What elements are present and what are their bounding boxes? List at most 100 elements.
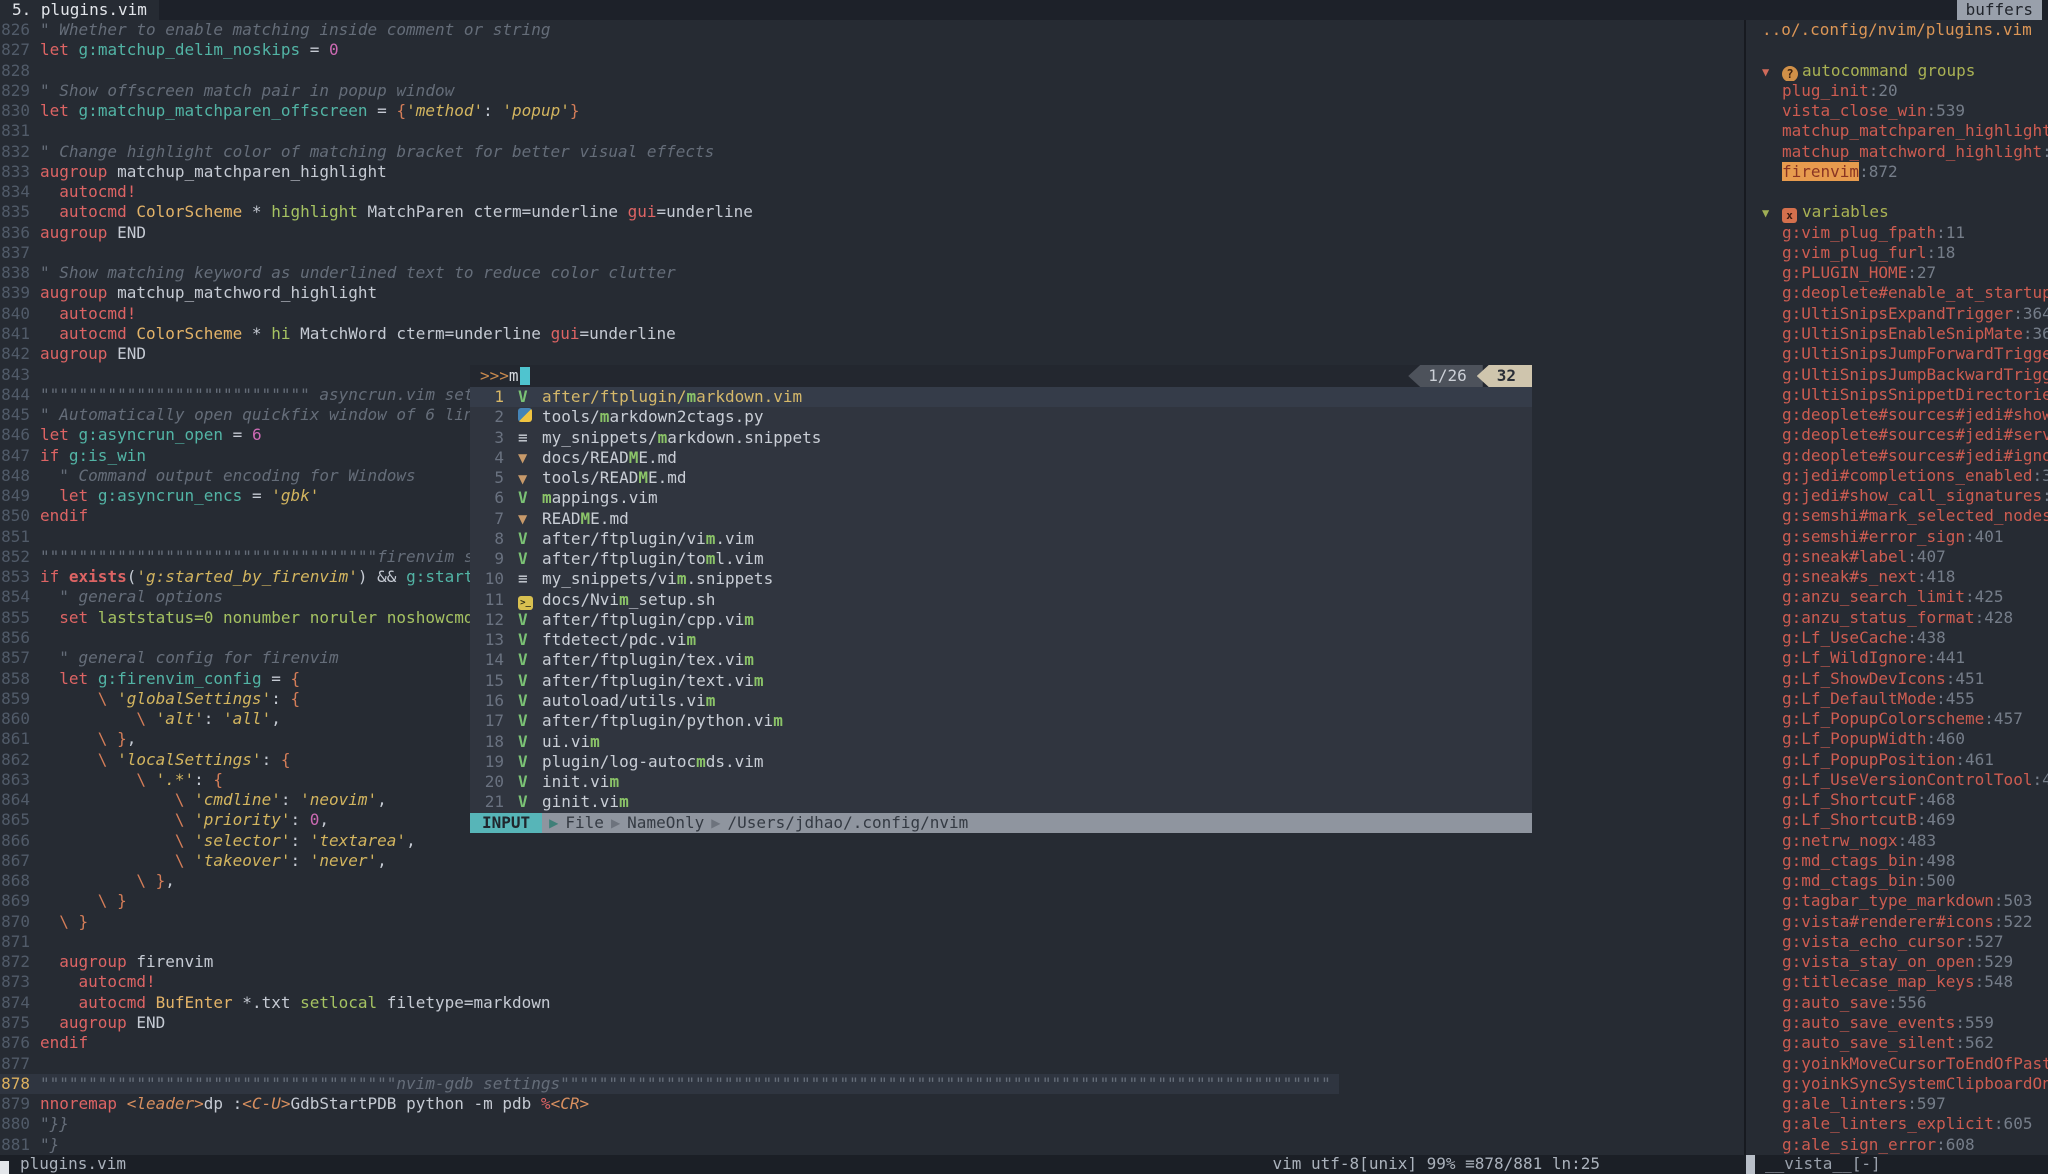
code-line[interactable]: 872 augroup firenvim [0,952,1744,972]
code-line[interactable]: 879nnoremap <leader>dp :<C-U>GdbStartPDB… [0,1094,1744,1114]
code-line[interactable]: 835 autocmd ColorScheme * highlight Matc… [0,202,1744,222]
vista-tag-item[interactable]: g:yoinkSyncSystemClipboardOn [1762,1074,2048,1094]
vista-tag-item[interactable]: g:Lf_ShortcutB:469 [1762,810,2048,830]
code-line[interactable]: 827let g:matchup_delim_noskips = 0 [0,40,1744,60]
code-line[interactable]: 868 \ }, [0,871,1744,891]
file-list-item[interactable]: 4▼docs/README.md [470,448,1532,468]
vista-tag-item[interactable]: g:deoplete#sources#jedi#show [1762,405,2048,425]
vista-tag-item[interactable]: vista_close_win:539 [1762,101,2048,121]
vista-tag-item[interactable]: g:md_ctags_bin:500 [1762,871,2048,891]
code-line[interactable]: 874 autocmd BufEnter *.txt setlocal file… [0,993,1744,1013]
file-list-item[interactable]: 8Vafter/ftplugin/vim.vim [470,529,1532,549]
code-line[interactable]: 880"}} [0,1114,1744,1134]
vista-tag-item[interactable]: g:netrw_nogx:483 [1762,831,2048,851]
vista-tag-item[interactable]: g:ale_linters_explicit:605 [1762,1114,2048,1134]
vista-tag-item[interactable]: g:ale_linters:597 [1762,1094,2048,1114]
vista-section-header-variables[interactable]: ▼xvariables [1762,202,2048,222]
vista-tag-item[interactable]: firenvim:872 [1762,162,2048,182]
code-line[interactable]: 836augroup END [0,223,1744,243]
collapse-caret-icon[interactable]: ▼ [1762,203,1782,222]
code-line[interactable]: 875 augroup END [0,1013,1744,1033]
file-list-item[interactable]: 17Vafter/ftplugin/python.vim [470,711,1532,731]
code-line[interactable]: 877 [0,1054,1744,1074]
vista-tag-item[interactable]: g:Lf_PopupColorscheme:457 [1762,709,2048,729]
vista-tag-item[interactable]: g:Lf_PopupPosition:461 [1762,750,2048,770]
code-line[interactable]: 871 [0,932,1744,952]
vista-tag-item[interactable]: g:Lf_UseVersionControlTool:4 [1762,770,2048,790]
vista-tag-item[interactable]: g:UltiSnipsJumpBackwardTrigg [1762,365,2048,385]
vista-tag-item[interactable]: g:vim_plug_furl:18 [1762,243,2048,263]
code-line[interactable]: 866 \ 'selector': 'textarea', [0,831,1744,851]
vista-tag-item[interactable]: g:vista#renderer#icons:522 [1762,912,2048,932]
file-list-item[interactable]: 19Vplugin/log-autocmds.vim [470,752,1532,772]
vista-tag-item[interactable]: g:UltiSnipsExpandTrigger:364 [1762,304,2048,324]
vista-tag-item[interactable]: g:vim_plug_fpath:11 [1762,223,2048,243]
vista-tag-item[interactable]: g:UltiSnipsJumpForwardTrigge [1762,344,2048,364]
vista-tag-item[interactable]: g:Lf_DefaultMode:455 [1762,689,2048,709]
vista-tag-item[interactable]: matchup_matchparen_highlight [1762,121,2048,141]
file-list-item[interactable]: 16Vautoload/utils.vim [470,691,1532,711]
vista-tag-item[interactable]: g:deoplete#sources#jedi#serv [1762,425,2048,445]
file-list-item[interactable]: 13Vftdetect/pdc.vim [470,630,1532,650]
vista-tag-item[interactable]: g:deoplete#enable_at_startup [1762,283,2048,303]
vista-tag-item[interactable]: g:yoinkMoveCursorToEndOfPast [1762,1054,2048,1074]
vista-tag-item[interactable]: g:auto_save:556 [1762,993,2048,1013]
vista-tag-item[interactable]: g:deoplete#sources#jedi#igno [1762,446,2048,466]
code-line[interactable]: 832" Change highlight color of matching … [0,142,1744,162]
code-line[interactable]: 841 autocmd ColorScheme * hi MatchWord c… [0,324,1744,344]
vista-tag-item[interactable]: g:Lf_ShortcutF:468 [1762,790,2048,810]
code-line[interactable]: 837 [0,243,1744,263]
code-line[interactable]: 869 \ } [0,891,1744,911]
vista-tag-item[interactable]: g:md_ctags_bin:498 [1762,851,2048,871]
code-line[interactable]: 831 [0,121,1744,141]
vista-tag-item[interactable]: matchup_matchword_highlight: [1762,142,2048,162]
vista-tag-item[interactable]: g:auto_save_events:559 [1762,1013,2048,1033]
code-line[interactable]: 839augroup matchup_matchword_highlight [0,283,1744,303]
vista-tag-item[interactable]: g:titlecase_map_keys:548 [1762,972,2048,992]
code-line[interactable]: 867 \ 'takeover': 'never', [0,851,1744,871]
vista-tag-item[interactable]: g:semshi#mark_selected_nodes [1762,506,2048,526]
file-list-item[interactable]: 5▼tools/README.md [470,468,1532,488]
vista-section-header-autocommands[interactable]: ▼?autocommand groups [1762,61,2048,81]
vista-tag-item[interactable]: g:auto_save_silent:562 [1762,1033,2048,1053]
code-line[interactable]: 838" Show matching keyword as underlined… [0,263,1744,283]
vista-tag-item[interactable]: g:PLUGIN_HOME:27 [1762,263,2048,283]
code-line[interactable]: 881"} [0,1135,1744,1155]
file-list-item[interactable]: 7▼README.md [470,509,1532,529]
file-list-item[interactable]: 20Vinit.vim [470,772,1532,792]
vista-tag-item[interactable]: g:vista_stay_on_open:529 [1762,952,2048,972]
vista-tag-item[interactable]: g:sneak#s_next:418 [1762,567,2048,587]
file-list-item[interactable]: 1Vafter/ftplugin/markdown.vim [470,387,1532,407]
vista-tag-item[interactable]: g:tagbar_type_markdown:503 [1762,891,2048,911]
code-line[interactable]: 878"""""""""""""""""""""""""""""""""""""… [0,1074,1339,1094]
vista-tag-item[interactable]: g:ale_sign_error:608 [1762,1135,2048,1155]
file-list-item[interactable]: 9Vafter/ftplugin/toml.vim [470,549,1532,569]
code-line[interactable]: 840 autocmd! [0,304,1744,324]
file-list-item[interactable]: 3≡my_snippets/markdown.snippets [470,428,1532,448]
code-line[interactable]: 826" Whether to enable matching inside c… [0,20,1744,40]
statusline-split-separator[interactable] [1746,1155,1755,1174]
tab-plugins-vim[interactable]: 5. plugins.vim [0,0,159,20]
vista-tag-item[interactable]: g:sneak#label:407 [1762,547,2048,567]
code-line[interactable]: 829" Show offscreen match pair in popup … [0,81,1744,101]
vista-tag-item[interactable]: g:Lf_WildIgnore:441 [1762,648,2048,668]
code-line[interactable]: 870 \ } [0,912,1744,932]
code-line[interactable]: 830let g:matchup_matchparen_offscreen = … [0,101,1744,121]
file-list-item[interactable]: 10≡my_snippets/vim.snippets [470,569,1532,589]
vista-tag-item[interactable]: g:semshi#error_sign:401 [1762,527,2048,547]
vista-tag-item[interactable]: g:UltiSnipsEnableSnipMate:36 [1762,324,2048,344]
file-list-item[interactable]: 11>_docs/Nvim_setup.sh [470,590,1532,610]
search-input[interactable]: m [509,366,519,386]
vista-tag-item[interactable]: g:Lf_UseCache:438 [1762,628,2048,648]
code-line[interactable]: 873 autocmd! [0,972,1744,992]
file-list-item[interactable]: 6Vmappings.vim [470,488,1532,508]
file-list-item[interactable]: 12Vafter/ftplugin/cpp.vim [470,610,1532,630]
file-list-item[interactable]: 21Vginit.vim [470,792,1532,812]
code-line[interactable]: 876endif [0,1033,1744,1053]
vista-tag-item[interactable]: g:Lf_ShowDevIcons:451 [1762,669,2048,689]
code-line[interactable]: 833augroup matchup_matchparen_highlight [0,162,1744,182]
vista-tag-item[interactable]: g:UltiSnipsSnippetDirectorie [1762,385,2048,405]
vista-tag-item[interactable]: g:Lf_PopupWidth:460 [1762,729,2048,749]
vista-tag-item[interactable]: g:anzu_search_limit:425 [1762,587,2048,607]
code-line[interactable]: 842augroup END [0,344,1744,364]
